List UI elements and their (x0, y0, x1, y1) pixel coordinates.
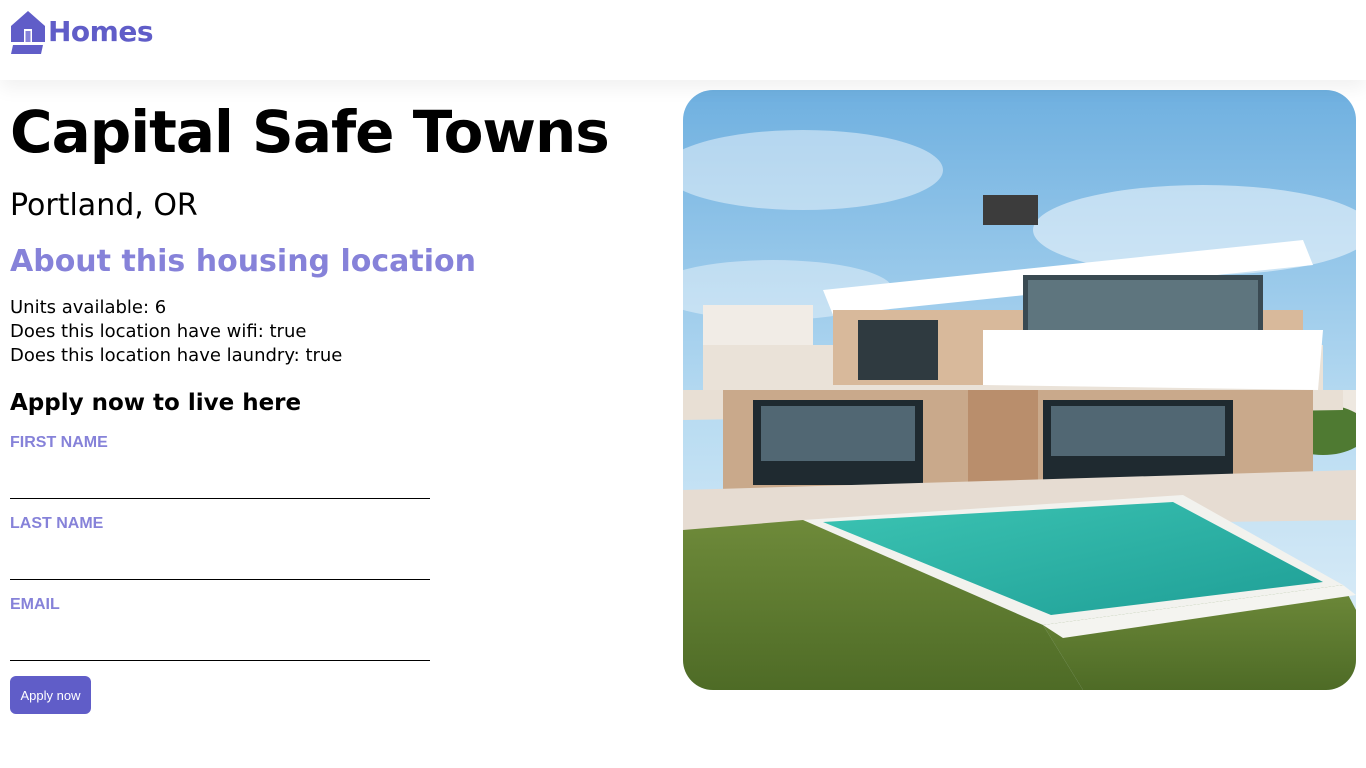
feature-wifi: Does this location have wifi: true (10, 321, 307, 342)
about-heading: About this housing location (10, 244, 476, 279)
site-header: Homes (0, 0, 1366, 80)
first-name-label: First Name (10, 434, 108, 451)
feature-units: Units available: 6 (10, 297, 167, 318)
brand-name: Homes (48, 15, 154, 48)
house-photo (683, 90, 1356, 690)
last-name-field[interactable] (10, 546, 430, 580)
listing-photo (683, 90, 1356, 690)
feature-laundry: Does this location have laundry: true (10, 345, 343, 366)
house-icon (11, 10, 45, 54)
apply-heading: Apply now to live here (10, 390, 302, 416)
email-label: Email (10, 596, 60, 613)
home-logo-link[interactable]: Homes (10, 9, 154, 55)
listing-title: Capital Safe Towns (10, 98, 610, 166)
features-list: Units available: 6 Does this location ha… (10, 296, 342, 368)
listing-location: Portland, OR (10, 188, 198, 223)
apply-now-button[interactable]: Apply now (10, 676, 91, 714)
email-field[interactable] (10, 627, 430, 661)
first-name-field[interactable] (10, 465, 430, 499)
last-name-label: Last Name (10, 515, 104, 532)
